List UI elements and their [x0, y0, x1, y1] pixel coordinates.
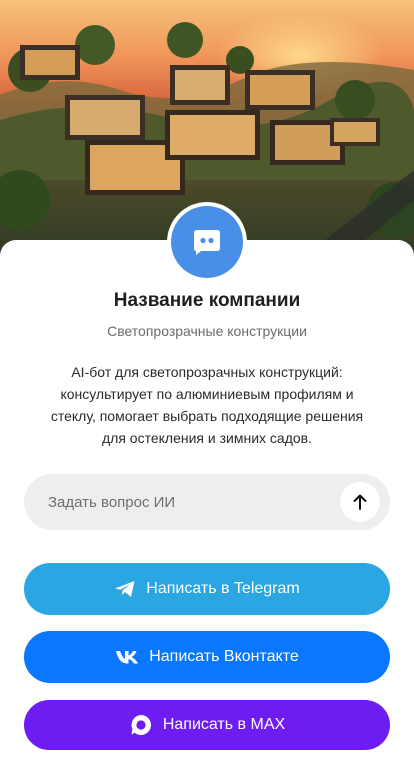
- ask-ai-input[interactable]: [48, 474, 348, 530]
- max-icon: [129, 713, 153, 737]
- arrow-up-icon: [353, 494, 367, 510]
- vk-button-label: Написать Вконтакте: [149, 648, 299, 665]
- vk-button[interactable]: Написать Вконтакте: [24, 631, 390, 683]
- bot-description: AI-бот для светопрозрачных конструкций: …: [50, 364, 364, 446]
- vk-icon: [115, 650, 139, 664]
- ask-ai-field: [24, 474, 390, 530]
- telegram-icon: [114, 580, 136, 598]
- company-subtitle: Светопрозрачные конструкции: [107, 323, 307, 339]
- max-button-label: Написать в MAX: [162, 716, 286, 733]
- max-button[interactable]: Написать в MAX: [24, 700, 390, 750]
- company-name: Название компании: [113, 290, 301, 311]
- chat-bubble-icon: [171, 206, 243, 278]
- send-button[interactable]: [340, 482, 380, 522]
- avatar: [167, 202, 247, 282]
- telegram-button-label: Написать в Telegram: [146, 580, 300, 597]
- telegram-button[interactable]: Написать в Telegram: [24, 563, 390, 615]
